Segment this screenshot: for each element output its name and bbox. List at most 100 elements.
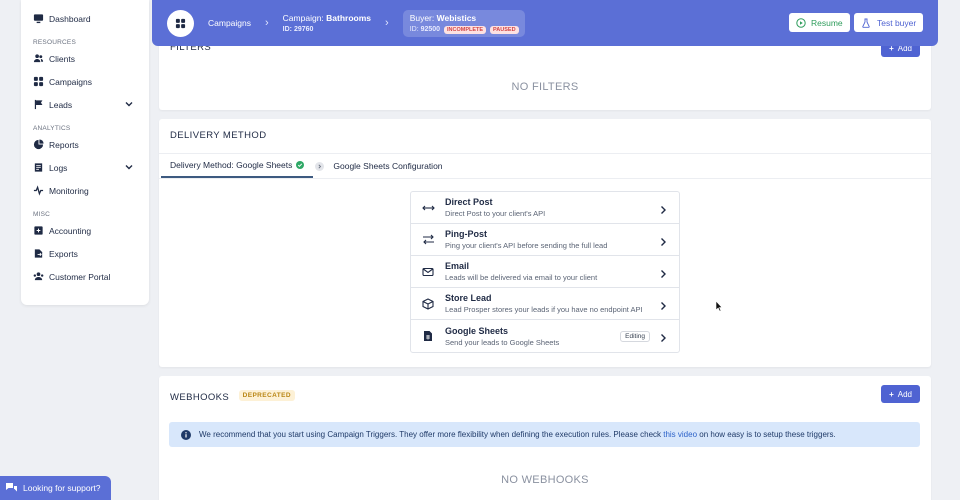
sidebar-item-accounting[interactable]: Accounting — [21, 219, 149, 242]
method-name: Store Lead — [445, 293, 492, 303]
box-icon — [411, 297, 445, 310]
webhooks-title: WEBHOOKS — [170, 392, 230, 403]
sidebar-item-clients[interactable]: Clients — [21, 47, 149, 70]
sidebar-item-exports[interactable]: Exports — [21, 242, 149, 265]
sidebar-item-label: Logs — [49, 162, 68, 173]
method-store-lead[interactable]: Store Lead Lead Prosper stores your lead… — [411, 288, 679, 320]
arrows-horizontal-icon — [411, 203, 445, 213]
chevron-right-icon — [659, 266, 667, 284]
tab-google-sheets-config[interactable]: Google Sheets Configuration — [333, 154, 442, 178]
paused-badge: PAUSED — [490, 25, 519, 34]
buyer-prefix: Buyer: — [409, 12, 437, 23]
export-icon — [33, 248, 44, 259]
chevron-right-icon — [659, 234, 667, 252]
mouse-cursor-icon — [715, 299, 723, 317]
sidebar-item-label: Clients — [49, 53, 75, 64]
tab-delivery-method[interactable]: Delivery Method: Google Sheets — [161, 154, 314, 178]
tab-delivery-method-label: Delivery Method: Google Sheets — [170, 160, 293, 170]
support-button[interactable]: Looking for support? — [0, 476, 111, 500]
deprecated-badge: DEPRECATED — [238, 390, 295, 402]
breadcrumb-campaigns[interactable]: Campaigns — [208, 18, 251, 28]
sidebar-item-label: Monitoring — [49, 185, 89, 196]
sidebar-item-dashboard[interactable]: Dashboard — [21, 7, 149, 30]
info-text: We recommend that you start using Campai… — [199, 430, 664, 439]
sidebar-item-label: Reports — [49, 139, 79, 150]
method-desc: Direct Post to your client's API — [445, 209, 546, 218]
delivery-tabs: Delivery Method: Google Sheets Google Sh… — [159, 153, 931, 179]
method-name: Direct Post — [445, 197, 493, 207]
sidebar-item-label: Campaigns — [49, 76, 92, 87]
support-label: Looking for support? — [23, 483, 101, 493]
play-circle-icon — [796, 17, 806, 28]
sidebar-item-label: Accounting — [49, 225, 92, 236]
add-webhook-button[interactable]: + Add — [881, 385, 920, 403]
chevron-right-icon — [659, 330, 667, 348]
method-desc: Ping your client's API before sending th… — [445, 241, 608, 250]
grid-icon — [175, 18, 186, 28]
info-suffix: on how easy is to setup these triggers. — [697, 430, 836, 439]
plus-icon: + — [889, 389, 894, 399]
test-buyer-label: Test buyer — [877, 17, 917, 28]
accounting-icon — [33, 225, 44, 236]
video-link[interactable]: this video — [663, 430, 697, 439]
app-logo[interactable] — [167, 9, 194, 37]
chat-icon — [5, 482, 18, 494]
sidebar-section-title: ANALYTICS — [33, 125, 71, 132]
heartbeat-icon — [33, 185, 44, 196]
method-name: Email — [445, 261, 470, 271]
no-webhooks-message: NO WEBHOOKS — [501, 474, 589, 486]
campaign-name: Bathrooms — [326, 13, 372, 23]
method-direct-post[interactable]: Direct Post Direct Post to your client's… — [411, 192, 679, 224]
add-webhook-label: Add — [897, 389, 912, 399]
incomplete-badge: INCOMPLETE — [444, 25, 487, 34]
campaign-prefix: Campaign: — [282, 13, 327, 23]
info-alert: We recommend that you start using Campai… — [169, 422, 920, 447]
chevron-down-icon[interactable] — [125, 163, 133, 173]
chevron-right-icon: › — [385, 17, 389, 29]
log-icon — [33, 162, 44, 173]
chevron-right-circle-icon — [315, 161, 325, 171]
swap-arrows-icon — [411, 234, 445, 245]
spreadsheet-icon — [411, 330, 445, 342]
chevron-right-icon — [659, 298, 667, 316]
webhooks-card: WEBHOOKS DEPRECATED + Add We recommend t… — [159, 376, 931, 500]
method-email[interactable]: Email Leads will be delivered via email … — [411, 256, 679, 288]
sidebar-item-leads[interactable]: Leads — [21, 93, 149, 116]
buyer-name: Webistics — [436, 12, 477, 23]
info-icon — [181, 429, 191, 440]
method-name: Ping-Post — [445, 229, 487, 239]
delivery-method-card: DELIVERY METHOD Delivery Method: Google … — [159, 119, 931, 367]
pie-chart-icon — [33, 139, 44, 150]
breadcrumb-buyer[interactable]: Buyer: Webistics ID: 92500 INCOMPLETE PA… — [402, 9, 525, 37]
test-buyer-button[interactable]: Test buyer — [854, 13, 924, 32]
sidebar-item-monitoring[interactable]: Monitoring — [21, 179, 149, 202]
top-bar: Campaigns › Campaign: Bathrooms ID: 2976… — [152, 0, 938, 46]
sidebar-section-title: RESOURCES — [33, 39, 76, 46]
chevron-right-icon — [659, 202, 667, 220]
sidebar-item-reports[interactable]: Reports — [21, 133, 149, 156]
sidebar-item-campaigns[interactable]: Campaigns — [21, 70, 149, 93]
chevron-down-icon[interactable] — [125, 100, 133, 110]
sidebar: Dashboard RESOURCES Clients Campaigns Le… — [21, 0, 149, 305]
portal-icon — [33, 271, 44, 282]
breadcrumb-campaign[interactable]: Campaign: Bathrooms ID: 29760 — [283, 13, 371, 33]
method-ping-post[interactable]: Ping-Post Ping your client's API before … — [411, 224, 679, 256]
method-desc: Send your leads to Google Sheets — [445, 337, 560, 347]
sidebar-item-label: Customer Portal — [49, 271, 111, 282]
editing-badge: Editing — [620, 331, 650, 342]
method-desc: Leads will be delivered via email to you… — [445, 273, 598, 282]
sidebar-item-customer-portal[interactable]: Customer Portal — [21, 265, 149, 288]
method-google-sheets[interactable]: Google Sheets Send your leads to Google … — [411, 320, 679, 352]
delivery-method-list: Direct Post Direct Post to your client's… — [410, 191, 680, 353]
resume-button[interactable]: Resume — [789, 13, 850, 32]
delivery-method-title: DELIVERY METHOD — [170, 130, 267, 141]
sidebar-item-label: Dashboard — [49, 13, 91, 24]
method-desc: Lead Prosper stores your leads if you ha… — [445, 305, 643, 314]
sidebar-item-logs[interactable]: Logs — [21, 156, 149, 179]
method-name: Google Sheets — [445, 325, 509, 336]
sidebar-item-label: Leads — [49, 99, 73, 110]
resume-label: Resume — [811, 17, 843, 28]
chevron-right-icon: › — [265, 17, 269, 29]
grid-icon — [33, 76, 44, 87]
envelope-icon — [411, 267, 445, 277]
